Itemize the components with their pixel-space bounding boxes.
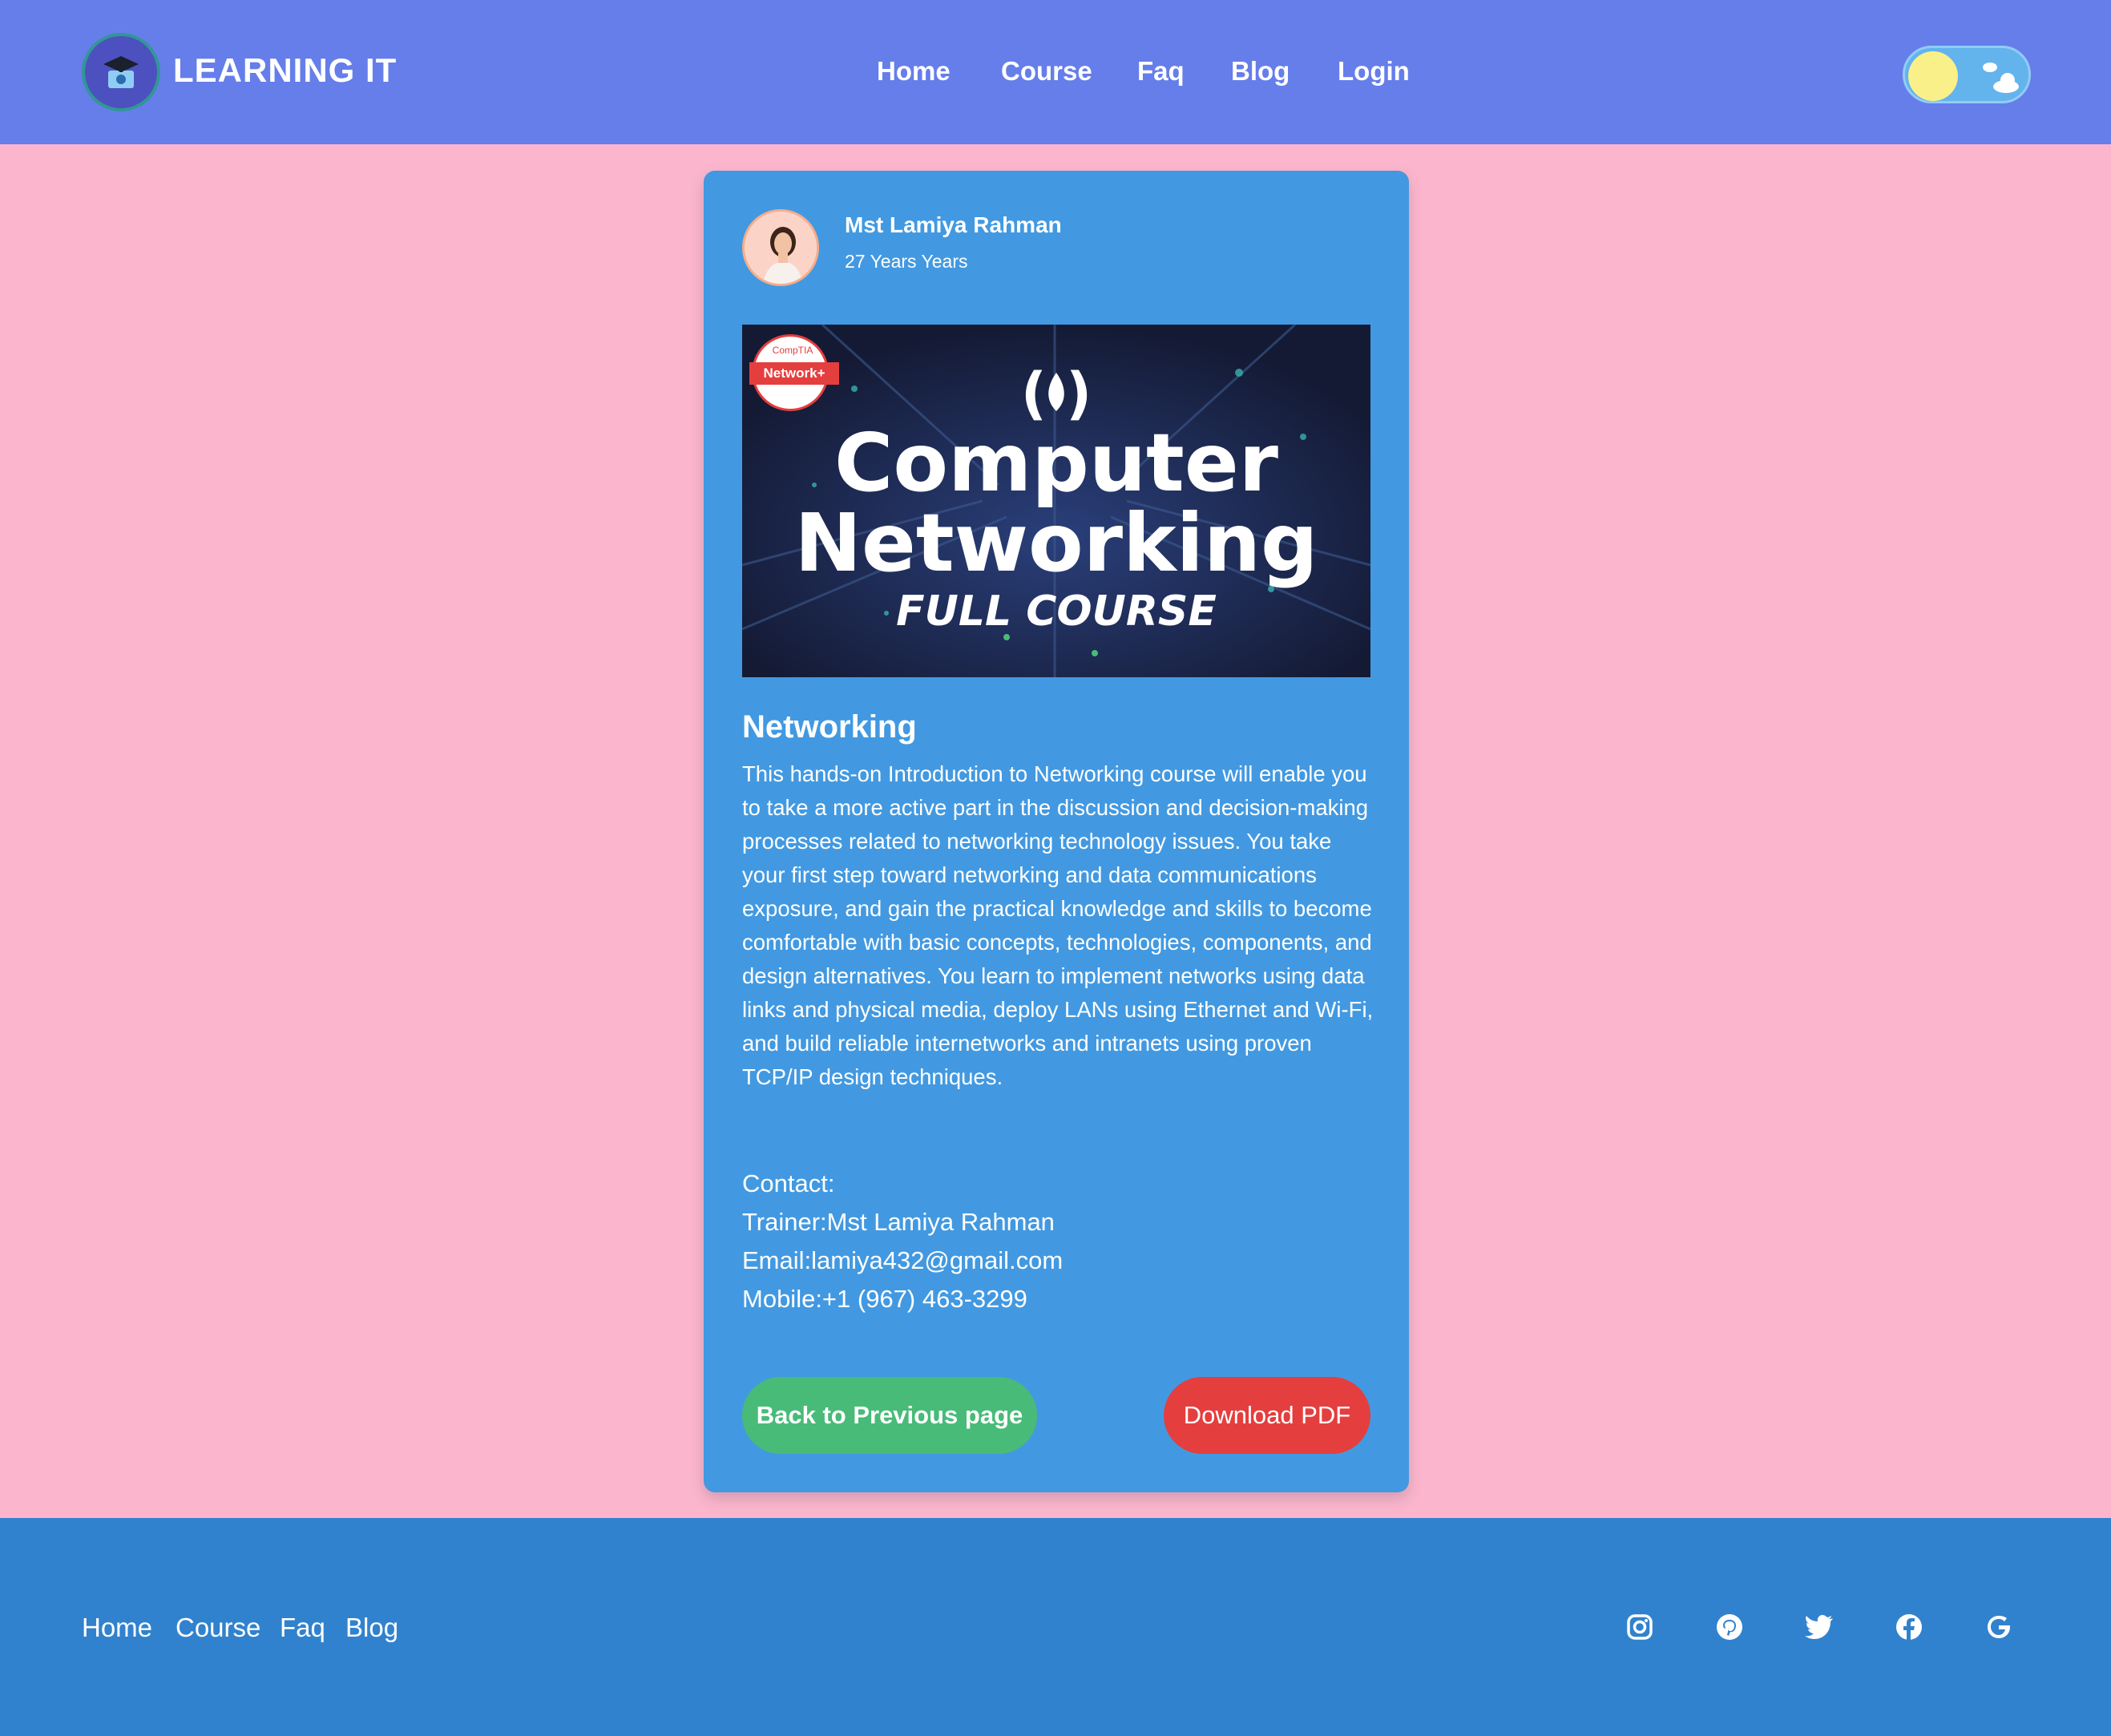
nav-login[interactable]: Login (1338, 56, 1410, 87)
download-pdf-button[interactable]: Download PDF (1164, 1377, 1370, 1454)
nav-course[interactable]: Course (1001, 56, 1092, 87)
theme-toggle[interactable] (1903, 46, 2031, 103)
footer-course-link[interactable]: Course (176, 1613, 260, 1643)
trainer-avatar (742, 209, 819, 286)
footer-home-link[interactable]: Home (82, 1613, 152, 1643)
comptia-badge: CompTIA Network+ (749, 334, 839, 411)
sun-icon (1908, 51, 1958, 101)
site-footer: Home Course Faq Blog (0, 1518, 2111, 1736)
nav-faq[interactable]: Faq (1137, 56, 1185, 87)
site-header: LEARNING IT Home Course Faq Blog Login (0, 0, 2111, 144)
contact-mobile: Mobile:+1 (967) 463-3299 (742, 1285, 1027, 1313)
contact-info: Contact: Trainer:Mst Lamiya Rahman Email… (742, 1165, 1063, 1318)
image-line1: Computer (834, 416, 1278, 510)
contact-email: Email:lamiya432@gmail.com (742, 1246, 1064, 1274)
course-detail-card: Mst Lamiya Rahman 27 Years Years () Com… (704, 171, 1409, 1492)
trainer-name: Mst Lamiya Rahman (845, 212, 1062, 237)
cloud-icon (1983, 63, 2019, 93)
facebook-icon[interactable] (1891, 1609, 1927, 1645)
nav-home[interactable]: Home (877, 56, 951, 87)
footer-blog-link[interactable]: Blog (345, 1613, 398, 1643)
instagram-icon[interactable] (1622, 1609, 1657, 1645)
footer-faq-link[interactable]: Faq (280, 1613, 325, 1643)
contact-heading: Contact: (742, 1169, 835, 1197)
trainer-experience: 27 Years Years (845, 251, 968, 272)
pinterest-icon[interactable] (1712, 1609, 1747, 1645)
google-icon[interactable] (1981, 1609, 2016, 1645)
nav-blog[interactable]: Blog (1231, 56, 1290, 87)
image-line2: Networking (794, 496, 1318, 590)
main-nav: Home Course Faq Blog Login (0, 56, 2111, 93)
image-line3: FULL COURSE (896, 587, 1217, 636)
back-button[interactable]: Back to Previous page (742, 1377, 1037, 1454)
twitter-icon[interactable] (1802, 1609, 1837, 1645)
course-description: This hands-on Introduction to Networking… (742, 761, 1374, 1089)
course-image: ( ) CompTIA Network+ Computer Networking… (742, 325, 1370, 677)
contact-trainer: Trainer:Mst Lamiya Rahman (742, 1208, 1055, 1236)
course-title: Networking (742, 709, 917, 745)
